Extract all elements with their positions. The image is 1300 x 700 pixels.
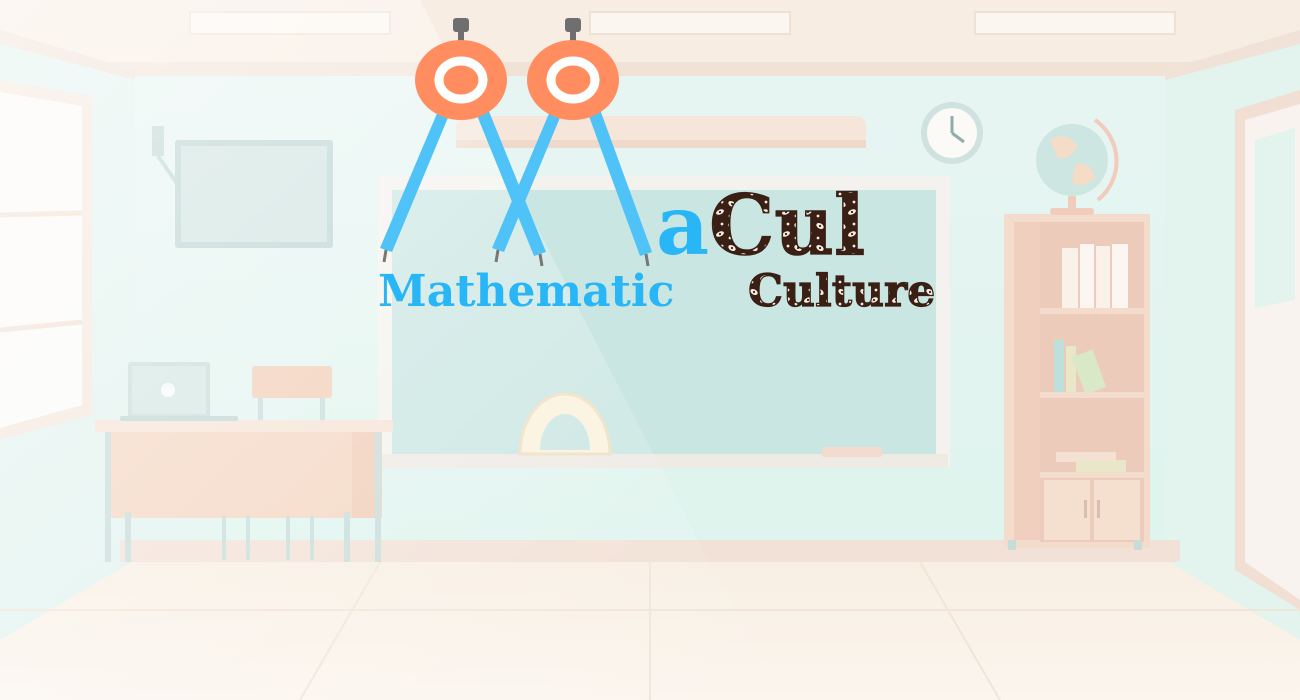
compass-icon: [380, 18, 546, 267]
compass-icon: [492, 18, 652, 267]
logo-word-culture: Culture: [748, 266, 935, 317]
logo-brand-cul: Cul: [709, 178, 865, 274]
logo-brand-suffix: aCul: [656, 178, 865, 274]
logo-brand-a: a: [656, 178, 709, 274]
macul-logo: aCul Mathematic Culture: [378, 18, 936, 318]
classroom-scene: aCul Mathematic Culture: [0, 0, 1300, 700]
logo-word-mathematic: Mathematic: [378, 266, 674, 317]
